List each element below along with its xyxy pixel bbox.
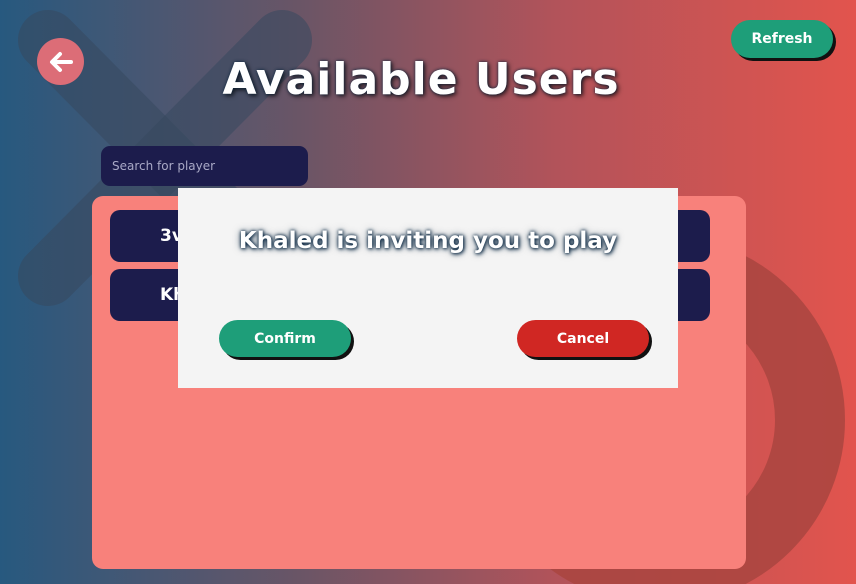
page-title: Available Users: [222, 54, 620, 105]
confirm-button[interactable]: Confirm: [219, 320, 351, 357]
refresh-button[interactable]: Refresh: [731, 20, 833, 58]
search-input[interactable]: [101, 146, 308, 186]
invite-message: Khaled is inviting you to play: [238, 228, 618, 254]
cancel-button[interactable]: Cancel: [517, 320, 649, 357]
invite-dialog: Khaled is inviting you to play Confirm C…: [178, 188, 678, 388]
